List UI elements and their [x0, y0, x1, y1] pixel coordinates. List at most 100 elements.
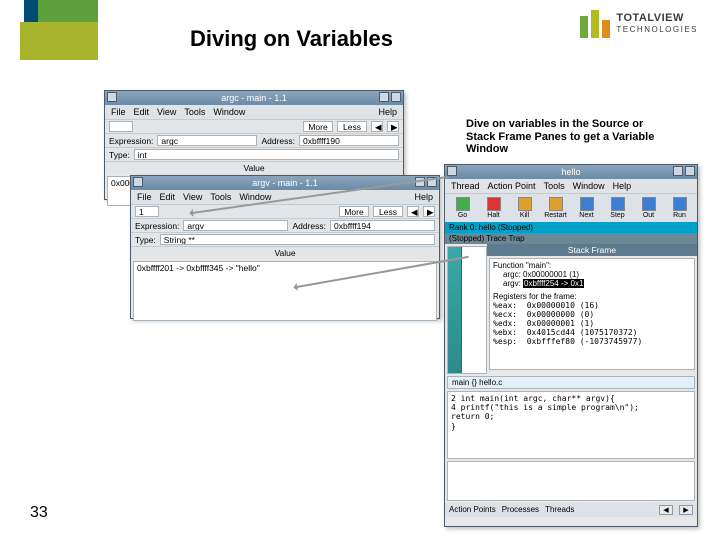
- next-button[interactable]: Next: [573, 197, 600, 219]
- win1-title: argc - main - 1.1: [221, 93, 287, 103]
- minimize-icon[interactable]: [379, 92, 389, 102]
- slide-title: Diving on Variables: [190, 26, 393, 52]
- menu-help[interactable]: Help: [613, 181, 632, 191]
- debugger-window-hello: hello Thread Action Point Tools Window H…: [444, 164, 698, 527]
- next-icon: [580, 197, 594, 211]
- src-line: 4 printf("this is a simple program\n");: [451, 403, 691, 412]
- address-label: Address:: [261, 136, 295, 146]
- slide-caption: Dive on variables in the Source or Stack…: [466, 118, 656, 156]
- menu-thread[interactable]: Thread: [451, 181, 480, 191]
- count-field[interactable]: [109, 121, 133, 132]
- brand-line2: TECHNOLOGIES: [616, 24, 698, 35]
- src-line: }: [451, 422, 691, 431]
- count-field[interactable]: 1: [135, 206, 159, 217]
- nav-prev[interactable]: ◀: [371, 121, 383, 132]
- slide-corner-mark: [0, 0, 100, 60]
- kill-button[interactable]: Kill: [511, 197, 538, 219]
- brand-bars-icon: [580, 10, 610, 38]
- expression-label: Expression:: [109, 136, 153, 146]
- sysmenu-icon[interactable]: [133, 177, 143, 187]
- nav-next[interactable]: ▶: [679, 505, 693, 515]
- status-line-2: (Stopped) Trace Trap: [445, 233, 697, 244]
- restart-icon: [549, 197, 563, 211]
- kill-icon: [518, 197, 532, 211]
- nav-prev[interactable]: ◀: [407, 206, 419, 217]
- win1-titlebar[interactable]: argc - main - 1.1: [105, 91, 403, 105]
- win1-menubar: File Edit View Tools Window Help: [105, 105, 403, 119]
- value-header: Value: [243, 163, 264, 173]
- menu-help[interactable]: Help: [414, 192, 433, 202]
- expression-label: Expression:: [135, 221, 179, 231]
- type-label: Type:: [109, 150, 130, 160]
- win3-titlebar[interactable]: hello: [445, 165, 697, 179]
- menu-window[interactable]: Window: [213, 107, 245, 117]
- out-button[interactable]: Out: [635, 197, 662, 219]
- restart-button[interactable]: Restart: [542, 197, 569, 219]
- stack-frame-pane[interactable]: Function "main": argc: 0x00000001 (1) ar…: [489, 258, 695, 370]
- win2-title: argv - main - 1.1: [252, 178, 318, 188]
- expression-field[interactable]: argc: [157, 135, 257, 146]
- address-label: Address:: [292, 221, 326, 231]
- menu-file[interactable]: File: [111, 107, 126, 117]
- nav-prev[interactable]: ◀: [659, 505, 673, 515]
- sf-reg-esp: %esp: 0xbfffef80 (-1073745977): [493, 337, 691, 346]
- sysmenu-icon[interactable]: [107, 92, 117, 102]
- menu-tools[interactable]: Tools: [544, 181, 565, 191]
- menu-view[interactable]: View: [183, 192, 202, 202]
- halt-icon: [487, 197, 501, 211]
- more-button[interactable]: More: [339, 206, 369, 217]
- more-button[interactable]: More: [303, 121, 333, 132]
- page-number: 33: [30, 504, 48, 522]
- bottom-pane[interactable]: [447, 461, 695, 501]
- address-field[interactable]: 0xbffff190: [299, 135, 399, 146]
- sf-reg-eax: %eax: 0x00000010 (16): [493, 301, 691, 310]
- go-button[interactable]: Go: [449, 197, 476, 219]
- maximize-icon[interactable]: [685, 166, 695, 176]
- source-pane[interactable]: 2 int main(int argc, char** argv){ 4 pri…: [447, 391, 695, 459]
- nav-next[interactable]: ▶: [387, 121, 399, 132]
- halt-button[interactable]: Halt: [480, 197, 507, 219]
- sf-function: Function "main":: [493, 261, 691, 270]
- type-label: Type:: [135, 235, 156, 245]
- go-icon: [456, 197, 470, 211]
- menu-file[interactable]: File: [137, 192, 152, 202]
- win3-title: hello: [561, 167, 580, 177]
- maximize-icon[interactable]: [391, 92, 401, 102]
- sf-argc[interactable]: argc: 0x00000001 (1): [493, 270, 691, 279]
- tab-action-points[interactable]: Action Points: [449, 505, 496, 515]
- win2-menubar: File Edit View Tools Window Help: [131, 190, 439, 204]
- menu-window[interactable]: Window: [573, 181, 605, 191]
- menu-edit[interactable]: Edit: [134, 107, 150, 117]
- status-line-1: Rank 0: hello (Stopped): [445, 222, 697, 233]
- source-file-header: main {} hello.c: [447, 376, 695, 389]
- less-button[interactable]: Less: [337, 121, 367, 132]
- minimize-icon[interactable]: [673, 166, 683, 176]
- menu-help[interactable]: Help: [378, 107, 397, 117]
- run-icon: [673, 197, 687, 211]
- type-field[interactable]: String **: [160, 234, 435, 245]
- sf-argv[interactable]: argv: 0xbffff254 -> 0x1: [493, 279, 691, 288]
- tab-threads[interactable]: Threads: [545, 505, 574, 515]
- variable-window-argv: argv - main - 1.1 File Edit View Tools W…: [130, 175, 440, 319]
- step-icon: [611, 197, 625, 211]
- menu-tools[interactable]: Tools: [184, 107, 205, 117]
- stack-frame-title: Stack Frame: [487, 244, 697, 256]
- sysmenu-icon[interactable]: [447, 166, 457, 176]
- out-icon: [642, 197, 656, 211]
- stack-trace-gutter: [448, 247, 462, 373]
- menu-view[interactable]: View: [157, 107, 176, 117]
- less-button[interactable]: Less: [373, 206, 403, 217]
- menu-tools[interactable]: Tools: [210, 192, 231, 202]
- type-field[interactable]: int: [134, 149, 399, 160]
- expression-field[interactable]: argv: [183, 220, 288, 231]
- win3-menubar: Thread Action Point Tools Window Help: [445, 179, 697, 193]
- address-field[interactable]: 0xbffff194: [330, 220, 435, 231]
- run-button[interactable]: Run: [666, 197, 693, 219]
- sf-reg-ecx: %ecx: 0x00000000 (0): [493, 310, 691, 319]
- nav-next[interactable]: ▶: [423, 206, 435, 217]
- step-button[interactable]: Step: [604, 197, 631, 219]
- menu-edit[interactable]: Edit: [160, 192, 176, 202]
- tab-processes[interactable]: Processes: [502, 505, 539, 515]
- sf-registers-header: Registers for the frame:: [493, 292, 691, 301]
- menu-actionpoint[interactable]: Action Point: [488, 181, 536, 191]
